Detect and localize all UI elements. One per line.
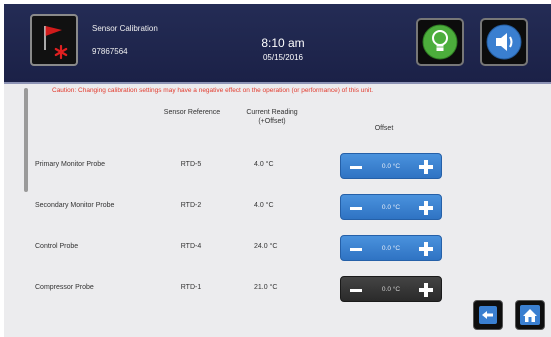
offset-value: 0.0 °C (381, 245, 401, 252)
offset-value: 0.0 °C (381, 163, 401, 170)
probe-name: Control Probe (35, 243, 79, 250)
minus-button[interactable] (350, 248, 362, 251)
probe-reading: 4.0 °C (254, 161, 274, 168)
probe-reference: RTD-5 (180, 161, 202, 168)
column-header-sensor-reference: Sensor Reference (163, 109, 221, 116)
offset-value: 0.0 °C (381, 204, 401, 211)
probe-name: Primary Monitor Probe (35, 161, 106, 168)
speaker-icon (486, 24, 522, 60)
home-button[interactable] (515, 300, 545, 330)
back-arrow-icon (479, 306, 497, 324)
clock-time: 8:10 am (261, 36, 305, 50)
minus-button[interactable] (350, 289, 362, 292)
probe-reference: RTD-2 (180, 202, 202, 209)
probe-reference: RTD-4 (180, 243, 202, 250)
plus-button[interactable] (419, 283, 433, 297)
column-header-offset: Offset (374, 125, 394, 132)
offset-stepper-secondary: 0.0 °C (340, 194, 442, 220)
home-icon (520, 305, 540, 325)
alarm-button[interactable] (30, 14, 78, 66)
column-header-current-reading: Current Reading (+Offset) (246, 109, 298, 125)
minus-button[interactable] (350, 207, 362, 210)
probe-reference: RTD-1 (180, 284, 202, 291)
probe-name: Secondary Monitor Probe (35, 202, 115, 209)
clock-date: 05/15/2016 (262, 53, 304, 62)
offset-stepper-compressor: 0.0 °C (340, 276, 442, 302)
offset-stepper-primary: 0.0 °C (340, 153, 442, 179)
light-bulb-icon (422, 24, 458, 60)
plus-button[interactable] (419, 242, 433, 256)
sensor-id: 97867564 (92, 47, 128, 56)
probe-reading: 24.0 °C (254, 243, 278, 250)
plus-button[interactable] (419, 201, 433, 215)
offset-stepper-control: 0.0 °C (340, 235, 442, 261)
sound-button[interactable] (480, 18, 528, 66)
light-button[interactable] (416, 18, 464, 66)
alarm-flag-icon (44, 26, 68, 60)
header-bar: Sensor Calibration 97867564 8:10 am 05/1… (4, 4, 551, 84)
scrollbar-thumb[interactable] (24, 88, 28, 192)
probe-name: Compressor Probe (35, 284, 94, 291)
offset-value: 0.0 °C (381, 286, 401, 293)
back-button[interactable] (473, 300, 503, 330)
probe-reading: 4.0 °C (254, 202, 274, 209)
minus-button[interactable] (350, 166, 362, 169)
sensor-calibration-screen: Sensor Calibration 97867564 8:10 am 05/1… (4, 4, 551, 337)
plus-button[interactable] (419, 160, 433, 174)
screen-title: Sensor Calibration (92, 24, 158, 33)
probe-reading: 21.0 °C (254, 284, 278, 291)
caution-message: Caution: Changing calibration settings m… (52, 87, 374, 94)
